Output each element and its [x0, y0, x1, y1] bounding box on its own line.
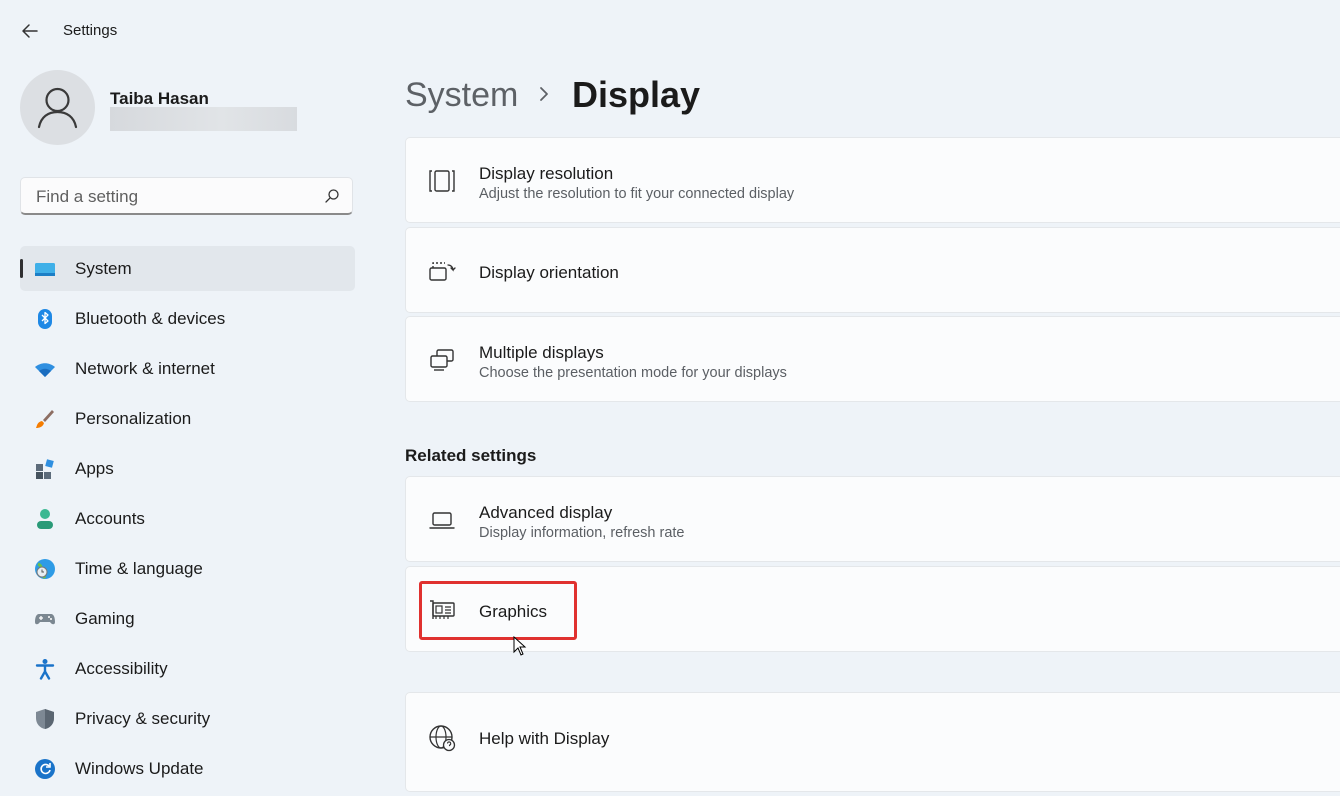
page-title: Display — [572, 74, 701, 115]
globe-clock-icon — [35, 559, 55, 579]
orientation-icon — [429, 262, 456, 281]
graphics-card[interactable]: Graphics — [405, 566, 1340, 652]
sidebar-item-label: Apps — [75, 459, 114, 478]
paintbrush-icon — [36, 410, 54, 428]
bluetooth-icon — [38, 309, 52, 329]
card-title: Advanced display — [479, 503, 613, 522]
graphics-card-icon — [430, 600, 455, 619]
sidebar-item-label: Privacy & security — [75, 709, 211, 728]
sidebar-item-label: Time & language — [75, 559, 203, 578]
multiple-displays-card[interactable]: Multiple displays Choose the presentatio… — [405, 316, 1340, 402]
sidebar-item-label: Personalization — [75, 409, 192, 428]
search-input[interactable] — [34, 185, 318, 209]
sidebar-item-label: Gaming — [75, 609, 135, 628]
laptop-icon — [429, 512, 455, 529]
sidebar-item-time-language[interactable]: Time & language — [20, 546, 355, 591]
user-name: Taiba Hasan — [110, 89, 209, 108]
globe-help-icon — [429, 725, 456, 752]
card-title: Display resolution — [479, 164, 614, 183]
search-icon[interactable] — [324, 188, 340, 204]
back-arrow-icon — [22, 24, 38, 38]
sidebar-item-label: System — [75, 259, 132, 278]
apps-icon — [36, 459, 54, 479]
card-subtitle: Display information, refresh rate — [479, 525, 685, 541]
breadcrumb-parent[interactable]: System — [405, 76, 518, 115]
chevron-right-icon — [540, 87, 548, 101]
sidebar-item-accessibility[interactable]: Accessibility — [20, 646, 355, 691]
help-with-display-card[interactable]: Help with Display — [405, 692, 1340, 792]
card-title: Graphics — [479, 602, 548, 621]
app-title: Settings — [63, 22, 118, 39]
system-monitor-icon — [35, 263, 55, 276]
card-title: Display orientation — [479, 263, 619, 282]
display-orientation-card[interactable]: Display orientation — [405, 227, 1340, 313]
accounts-icon — [37, 509, 53, 529]
sidebar-item-system[interactable]: System — [20, 246, 355, 291]
title-bar: Settings — [0, 0, 1340, 60]
user-email-redacted — [110, 107, 297, 131]
sidebar-item-apps[interactable]: Apps — [20, 446, 355, 491]
gamepad-icon — [35, 614, 55, 625]
sidebar-nav: System Bluetooth & devices Network & int… — [20, 246, 355, 796]
update-icon — [35, 759, 55, 779]
sidebar-item-label: Accounts — [75, 509, 145, 528]
sidebar-item-accounts[interactable]: Accounts — [20, 496, 355, 541]
user-icon — [37, 87, 78, 129]
card-title: Help with Display — [479, 729, 610, 748]
related-settings-heading: Related settings — [405, 446, 537, 465]
avatar[interactable] — [20, 70, 95, 145]
search-box[interactable] — [20, 177, 353, 215]
sidebar-item-gaming[interactable]: Gaming — [20, 596, 355, 641]
accessibility-icon — [35, 659, 55, 680]
card-subtitle: Choose the presentation mode for your di… — [479, 365, 787, 381]
resolution-icon — [429, 170, 455, 192]
multiple-displays-icon — [430, 349, 454, 371]
sidebar-item-windows-update[interactable]: Windows Update — [20, 746, 355, 791]
sidebar-item-label: Accessibility — [75, 659, 168, 678]
sidebar-item-bluetooth[interactable]: Bluetooth & devices — [20, 296, 355, 341]
sidebar-item-label: Bluetooth & devices — [75, 309, 226, 328]
wifi-icon — [35, 363, 55, 377]
sidebar-item-label: Network & internet — [75, 359, 215, 378]
advanced-display-card[interactable]: Advanced display Display information, re… — [405, 476, 1340, 562]
card-subtitle: Adjust the resolution to fit your connec… — [479, 186, 795, 202]
sidebar-item-privacy-security[interactable]: Privacy & security — [20, 696, 355, 741]
sidebar-item-label: Windows Update — [75, 759, 204, 778]
card-title: Multiple displays — [479, 343, 604, 362]
display-resolution-card[interactable]: Display resolution Adjust the resolution… — [405, 137, 1340, 223]
sidebar-item-network[interactable]: Network & internet — [20, 346, 355, 391]
shield-icon — [36, 709, 54, 729]
sidebar-item-personalization[interactable]: Personalization — [20, 396, 355, 441]
back-button[interactable] — [18, 20, 42, 42]
